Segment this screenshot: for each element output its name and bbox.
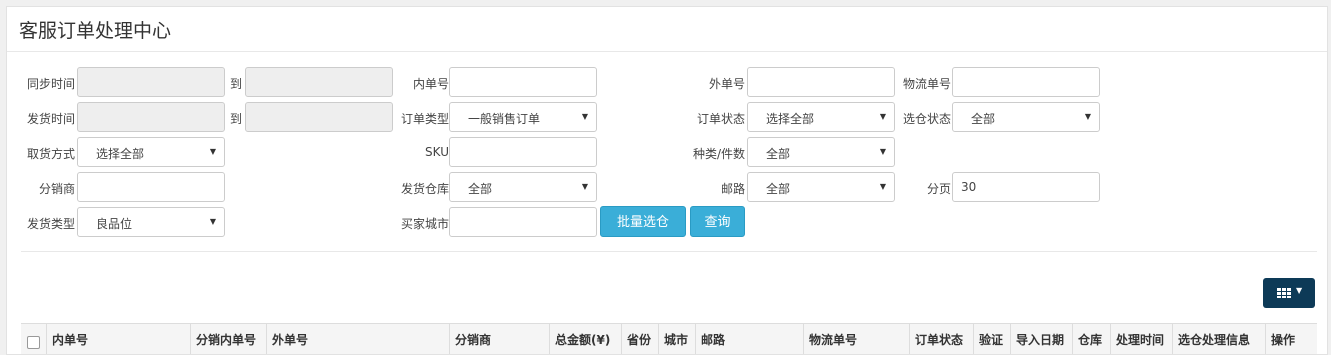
logistics-no-label: 物流单号: [902, 77, 951, 91]
ship-type-label: 发货类型: [26, 217, 75, 231]
ship-type-select[interactable]: 良品位 ▼: [77, 207, 225, 237]
logistics-no-input[interactable]: [952, 67, 1100, 97]
select-all-checkbox[interactable]: [27, 336, 40, 349]
column-header[interactable]: 外单号: [266, 324, 449, 354]
batch-select-warehouse-button[interactable]: 批量选仓: [600, 206, 686, 237]
warehouse-select-status-label: 选仓状态: [902, 112, 951, 126]
column-header[interactable]: 分销内单号: [190, 324, 266, 354]
kind-count-label: 种类/件数: [692, 147, 745, 161]
chevron-down-icon: ▼: [209, 147, 216, 156]
outer-no-label: 外单号: [708, 77, 745, 91]
ship-warehouse-label: 发货仓库: [400, 182, 449, 196]
order-type-label: 订单类型: [400, 112, 449, 126]
page-size-input[interactable]: 30: [952, 172, 1100, 202]
pickup-method-select[interactable]: 选择全部 ▼: [77, 137, 225, 167]
column-header[interactable]: 城市: [658, 324, 695, 354]
sync-time-label: 同步时间: [26, 77, 75, 91]
chevron-down-icon: ▼: [1084, 112, 1091, 121]
inner-no-input[interactable]: [449, 67, 597, 97]
page-size-label: 分页: [926, 182, 951, 196]
buyer-city-label: 买家城市: [400, 217, 449, 231]
column-header[interactable]: 导入日期: [1010, 324, 1072, 354]
order-center-panel: 客服订单处理中心 同步时间 到 内单号 外单号 物流单号 发货时间 到 订单类型…: [6, 6, 1328, 355]
sync-time-start-input[interactable]: [77, 67, 225, 97]
column-header[interactable]: 分销商: [449, 324, 549, 354]
sync-time-end-input[interactable]: [245, 67, 393, 97]
filter-divider: [21, 251, 1317, 252]
column-header[interactable]: 处理时间: [1110, 324, 1172, 354]
order-status-select[interactable]: 选择全部 ▼: [747, 102, 895, 132]
chevron-down-icon: ▼: [879, 112, 886, 121]
query-button[interactable]: 查询: [690, 206, 745, 237]
mail-route-select[interactable]: 全部 ▼: [747, 172, 895, 202]
ship-time-end-input[interactable]: [245, 102, 393, 132]
sku-input[interactable]: [449, 137, 597, 167]
ship-time-to-label: 到: [229, 112, 242, 126]
pickup-method-label: 取货方式: [26, 147, 75, 161]
chevron-down-icon: ▼: [581, 112, 588, 121]
order-type-select[interactable]: 一般销售订单 ▼: [449, 102, 597, 132]
grid-icon: [1277, 288, 1291, 298]
order-status-label: 订单状态: [696, 112, 745, 126]
column-header[interactable]: 操作: [1265, 324, 1317, 354]
outer-no-input[interactable]: [747, 67, 895, 97]
column-header[interactable]: 仓库: [1072, 324, 1110, 354]
chevron-down-icon: ▼: [879, 147, 886, 156]
distributor-label: 分销商: [38, 182, 75, 196]
page-title: 客服订单处理中心: [19, 20, 172, 42]
column-header[interactable]: 邮路: [695, 324, 803, 354]
column-header[interactable]: 省份: [621, 324, 658, 354]
title-divider: [7, 51, 1327, 52]
table-header: 内单号 分销内单号 外单号 分销商 总金额(¥) 省份 城市 邮路 物流单号 订…: [21, 323, 1317, 354]
ship-warehouse-select[interactable]: 全部 ▼: [449, 172, 597, 202]
column-header[interactable]: 订单状态: [909, 324, 973, 354]
column-header[interactable]: 选仓处理信息: [1172, 324, 1265, 354]
ship-time-start-input[interactable]: [77, 102, 225, 132]
kind-count-select[interactable]: 全部 ▼: [747, 137, 895, 167]
sync-time-to-label: 到: [229, 77, 242, 91]
column-header[interactable]: 内单号: [46, 324, 190, 354]
chevron-down-icon: ▼: [581, 182, 588, 191]
warehouse-select-status-select[interactable]: 全部 ▼: [952, 102, 1100, 132]
ship-time-label: 发货时间: [26, 112, 75, 126]
distributor-input[interactable]: [77, 172, 225, 202]
caret-down-icon: ▼: [1296, 286, 1303, 295]
chevron-down-icon: ▼: [209, 217, 216, 226]
column-header[interactable]: 总金额(¥): [549, 324, 621, 354]
chevron-down-icon: ▼: [879, 182, 886, 191]
mail-route-label: 邮路: [720, 182, 745, 196]
column-header[interactable]: 验证: [973, 324, 1010, 354]
sku-label: SKU: [425, 145, 449, 159]
column-toggle-button[interactable]: ▼: [1263, 278, 1315, 308]
column-header[interactable]: 物流单号: [803, 324, 909, 354]
inner-no-label: 内单号: [412, 77, 449, 91]
buyer-city-input[interactable]: [449, 207, 597, 237]
